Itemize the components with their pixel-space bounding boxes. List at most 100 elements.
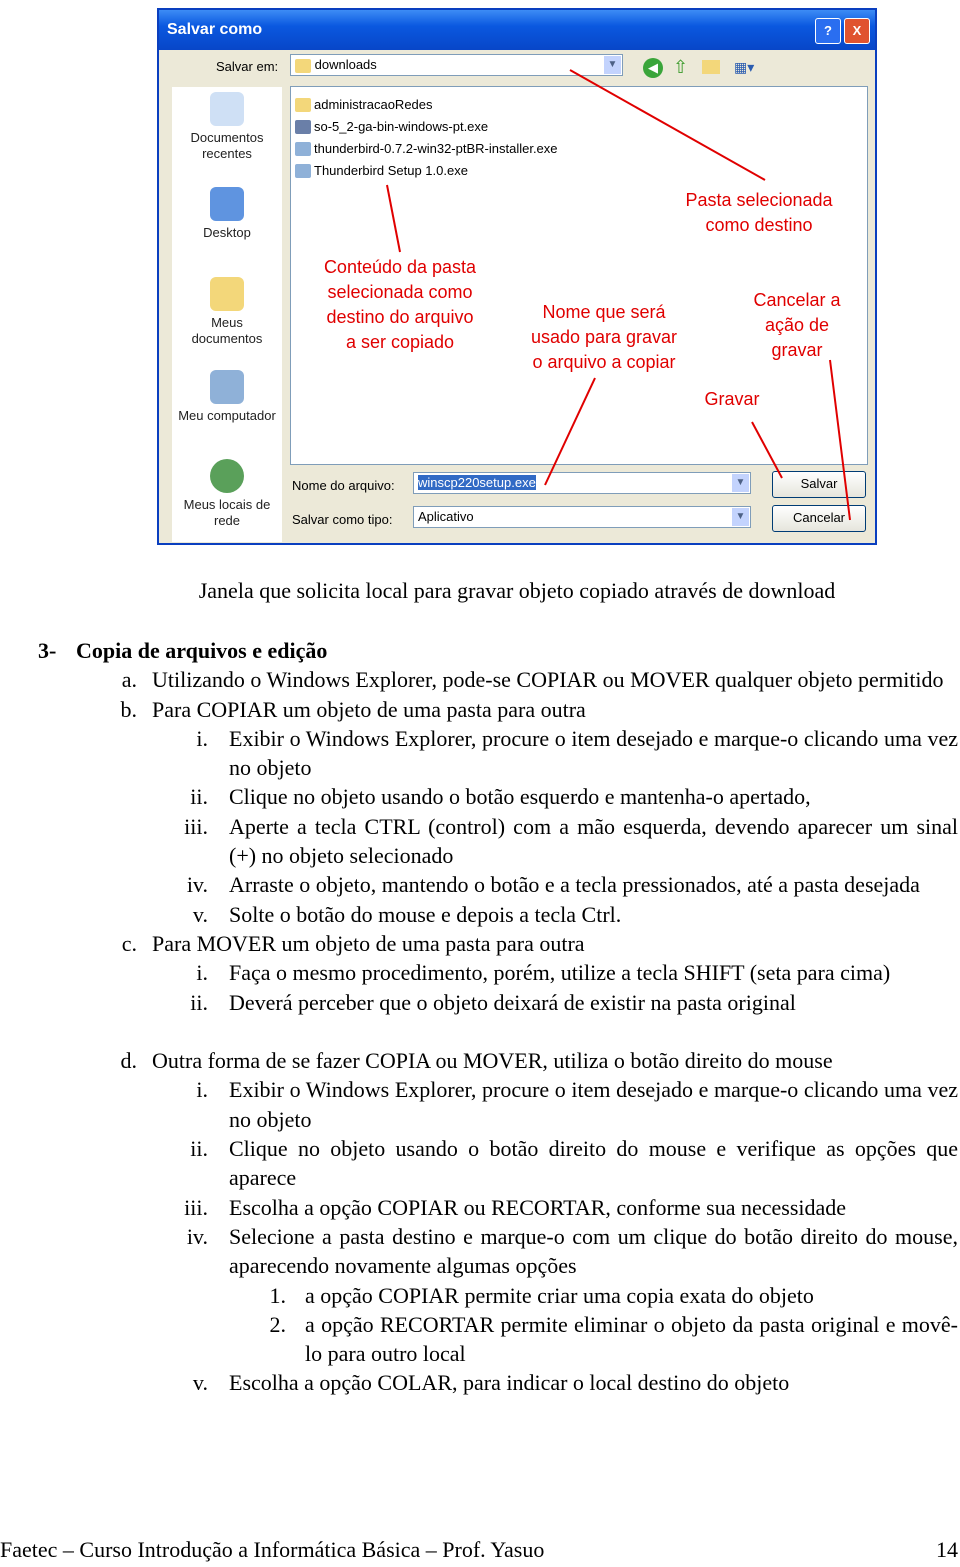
list-marker: 2. (269, 1311, 287, 1337)
help-button[interactable]: ? (815, 18, 841, 44)
file-item[interactable]: Thunderbird Setup 1.0.exe (295, 161, 468, 181)
save-as-dialog: Salvar como ? X Salvar em: downloads ▼ ◀… (157, 8, 877, 545)
list-text: Selecione a pasta destino e marque-o com… (229, 1223, 958, 1279)
chevron-down-icon[interactable]: ▼ (732, 474, 749, 492)
filename-input[interactable]: winscp220setup.exe ▼ (413, 472, 751, 494)
list-text: Para MOVER um objeto de uma pasta para o… (152, 930, 585, 956)
chevron-down-icon[interactable]: ▼ (604, 56, 621, 74)
list-marker: ii. (190, 1136, 208, 1162)
thunderbird-icon (295, 164, 311, 178)
file-item[interactable]: administracaoRedes (295, 95, 433, 115)
place-label: Desktop (203, 225, 251, 240)
place-network[interactable]: Meus locais de rede (172, 459, 282, 529)
file-type-dropdown[interactable]: Aplicativo ▼ (413, 506, 751, 528)
file-name: thunderbird-0.7.2-win32-ptBR-installer.e… (314, 141, 558, 156)
list-marker: iii. (184, 1194, 208, 1220)
annotation-filename: Nome que será usado para gravar o arquiv… (530, 302, 678, 372)
file-item[interactable]: so-5_2-ga-bin-windows-pt.exe (295, 117, 488, 137)
close-button[interactable]: X (844, 18, 870, 44)
list-marker: ii. (190, 784, 208, 810)
list-marker: i. (196, 725, 208, 751)
annotation-save: Gravar (704, 389, 760, 409)
list-item-level-3: 1. a opção COPIAR permite criar uma copia… (0, 1281, 958, 1310)
list-marker: iv. (186, 1223, 208, 1249)
dialog-title: Salvar como (159, 10, 875, 50)
network-icon (210, 459, 244, 493)
list-item-level-1: d. Outra forma de se fazer COPIA ou MOVER… (0, 1046, 958, 1075)
list-marker: v. (192, 901, 208, 927)
list-item-level-2: iv. Arraste o objeto, mantendo o botão e … (0, 870, 958, 899)
place-label: Meu computador (178, 408, 276, 423)
up-folder-icon[interactable]: ⇧ (673, 57, 688, 78)
place-my-computer[interactable]: Meu computador (172, 370, 282, 424)
list-marker: d. (120, 1048, 138, 1074)
list-item-level-2: iv. Selecione a pasta destino e marque-o … (0, 1222, 958, 1281)
place-desktop[interactable]: Desktop (172, 187, 282, 241)
list-marker: a. (121, 667, 137, 693)
list-marker: iii. (184, 813, 208, 839)
list-item-level-2: v. Escolha a opção COLAR, para indicar o … (0, 1368, 958, 1397)
file-name: administracaoRedes (314, 97, 433, 112)
save-button[interactable]: Salvar (772, 471, 866, 498)
section-title: Copia de arquivos e edição (76, 638, 328, 663)
list-item-level-3: 2. a opção RECORTAR permite eliminar o ob… (0, 1310, 959, 1369)
page-number: 14 (936, 1537, 958, 1562)
annotation-destination: Pasta selecionada como destino (685, 190, 833, 235)
list-text: Arraste o objeto, mantendo o botão e a t… (229, 872, 920, 898)
list-marker: c. (121, 930, 137, 956)
list-item-level-1: a. Utilizando o Windows Explorer, pode-se… (0, 665, 958, 694)
place-my-documents[interactable]: Meus documentos (172, 277, 282, 347)
list-item-level-2: ii. Clique no objeto usando o botão direi… (0, 1134, 958, 1193)
list-text: Faça o mesmo procedimento, porém, utiliz… (229, 960, 891, 986)
list-item-level-2: ii. Clique no objeto usando o botão esque… (0, 782, 958, 811)
view-menu-icon[interactable]: ▦▾ (734, 59, 754, 76)
list-text: a opção RECORTAR permite eliminar o obje… (305, 1311, 958, 1367)
filename-value: winscp220setup.exe (418, 475, 536, 490)
save-in-label: Salvar em: (216, 59, 279, 74)
list-marker: b. (120, 696, 138, 722)
list-marker: ii. (190, 989, 208, 1015)
file-name: so-5_2-ga-bin-windows-pt.exe (314, 119, 489, 134)
cancel-button[interactable]: Cancelar (772, 505, 866, 532)
chevron-down-icon[interactable]: ▼ (732, 508, 749, 526)
my-documents-icon (210, 277, 244, 311)
folder-icon (295, 98, 311, 112)
list-item-level-1: c. Para MOVER um objeto de uma pasta para… (0, 929, 958, 958)
list-item-level-2: iii. Aperte a tecla CTRL (control) com a … (0, 812, 958, 871)
recent-documents-icon (210, 92, 244, 126)
figure-caption: Janela que solicita local para gravar ob… (198, 578, 836, 603)
save-in-dropdown[interactable]: downloads ▼ (290, 54, 623, 76)
footer-text: Faetec – Curso Introdução a Informática … (0, 1537, 545, 1562)
new-folder-icon[interactable] (702, 60, 720, 74)
list-marker: iv. (186, 872, 208, 898)
my-computer-icon (210, 370, 244, 404)
place-label: Meus locais de rede (183, 497, 271, 528)
list-marker: v. (192, 1370, 208, 1396)
back-icon[interactable]: ◀ (643, 58, 663, 78)
annotation-contents: Conteúdo da pasta selecionada como desti… (323, 257, 477, 352)
filename-label: Nome do arquivo: (292, 478, 395, 493)
folder-icon (295, 58, 311, 73)
list-text: Exibir o Windows Explorer, procure o ite… (229, 725, 958, 781)
list-item-level-2: i. Exibir o Windows Explorer, procure o i… (0, 724, 958, 783)
annotation-cancel: Cancelar a ação de gravar (753, 290, 841, 360)
list-text: Clique no objeto usando o botão esquerdo… (229, 784, 811, 810)
place-label: Meus documentos (191, 315, 263, 346)
installer-icon (295, 120, 311, 134)
list-text: a opção COPIAR permite criar uma copia e… (305, 1282, 814, 1308)
list-marker: 1. (269, 1282, 287, 1308)
file-type-label: Salvar como tipo: (292, 512, 393, 527)
file-item[interactable]: thunderbird-0.7.2-win32-ptBR-installer.e… (295, 139, 558, 159)
list-marker: i. (196, 1077, 208, 1103)
desktop-icon (210, 187, 244, 221)
list-text: Outra forma de se fazer COPIA ou MOVER, … (152, 1048, 833, 1074)
place-recent-documents[interactable]: Documentos recentes (172, 92, 282, 162)
places-bar: Documentos recentes Desktop Meus documen… (172, 87, 282, 542)
document-body: 3- Copia de arquivos e edição a. Utilizan… (0, 636, 958, 1398)
list-item-level-2: ii. Deverá perceber que o objeto deixará … (0, 988, 958, 1017)
list-text: Utilizando o Windows Explorer, pode-se C… (152, 667, 944, 693)
list-text: Para COPIAR um objeto de uma pasta para … (152, 696, 586, 722)
file-type-value: Aplicativo (418, 509, 474, 524)
list-text: Escolha a opção COPIAR ou RECORTAR, conf… (229, 1194, 847, 1220)
list-marker: i. (196, 960, 208, 986)
